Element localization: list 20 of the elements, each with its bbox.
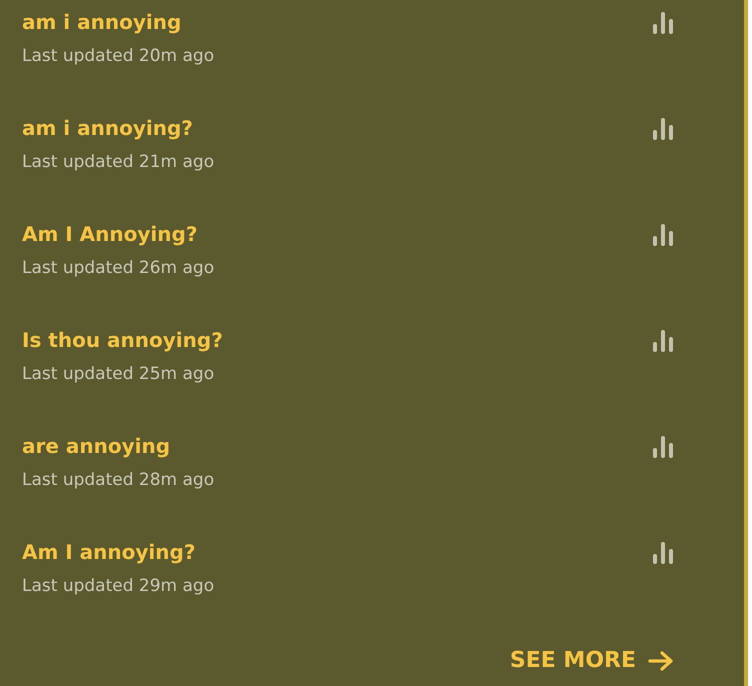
bar-chart-icon[interactable] (652, 117, 674, 141)
last-updated-text: Last updated 29m ago (22, 575, 214, 597)
bar-chart-icon[interactable] (652, 11, 674, 35)
quiz-title-link[interactable]: Is thou annoying? (22, 326, 223, 354)
arrow-right-icon (648, 650, 674, 670)
last-updated-text: Last updated 25m ago (22, 363, 216, 385)
quiz-title-link[interactable]: am i annoying (22, 8, 214, 36)
bar-chart-icon[interactable] (652, 223, 674, 247)
bar-chart-icon[interactable] (652, 329, 674, 353)
bar-chart-icon[interactable] (652, 541, 674, 565)
bar-chart-icon[interactable] (652, 435, 674, 459)
quiz-title-link[interactable]: are annoying (22, 432, 214, 460)
last-updated-text: Last updated 21m ago (22, 151, 214, 173)
see-more-link[interactable]: SEE MORE (510, 648, 674, 673)
quiz-title-link[interactable]: Am I Annoying? (22, 220, 214, 248)
last-updated-text: Last updated 26m ago (22, 257, 214, 279)
last-updated-text: Last updated 20m ago (22, 45, 214, 67)
quiz-title-link[interactable]: am i annoying? (22, 114, 214, 142)
quiz-title-link[interactable]: Am I annoying? (22, 538, 214, 566)
last-updated-text: Last updated 28m ago (22, 469, 214, 491)
